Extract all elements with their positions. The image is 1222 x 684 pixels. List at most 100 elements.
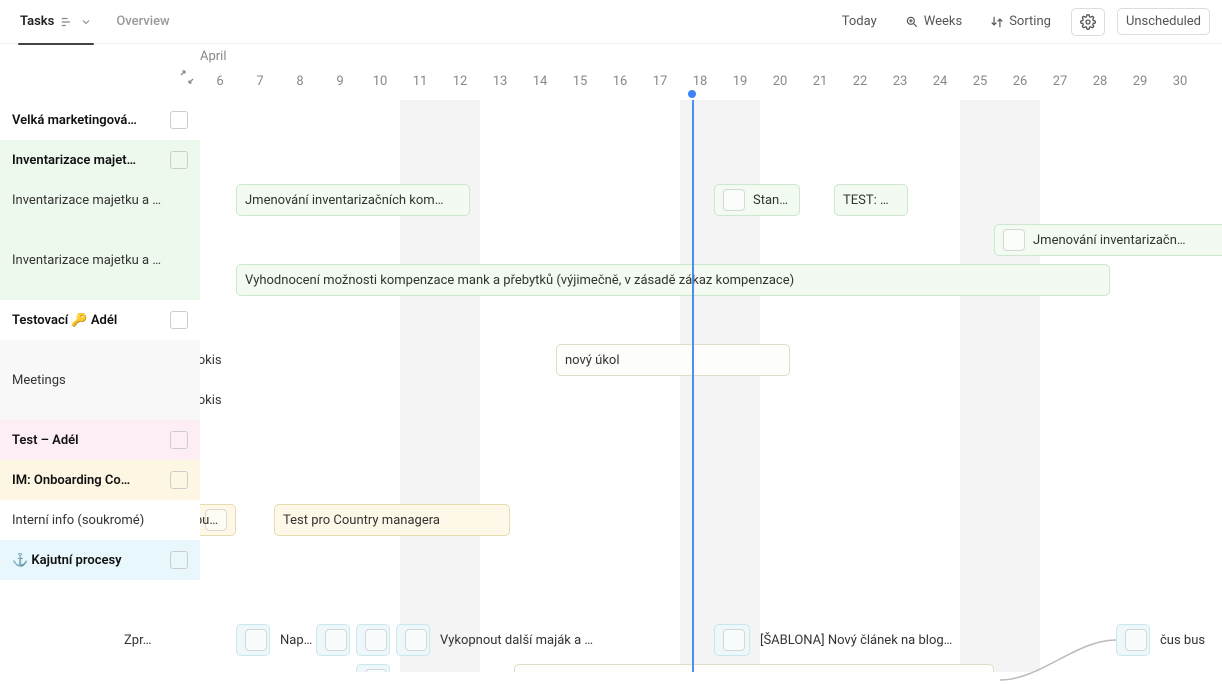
task-bar[interactable] bbox=[396, 624, 430, 656]
day-header: 25 bbox=[960, 74, 1000, 94]
sidebar-group[interactable]: Velká marketingová… bbox=[0, 100, 200, 140]
day-header: 6 bbox=[200, 74, 240, 94]
tab-overview[interactable]: Overview bbox=[108, 8, 177, 35]
day-header: 29 bbox=[1120, 74, 1160, 94]
task-bar[interactable]: Test pro Country managera bbox=[274, 504, 510, 536]
task-label: TEST: … bbox=[843, 193, 889, 208]
sidebar-label: Test – Adél bbox=[12, 433, 164, 448]
task-bar[interactable]: Vyhodnocení možnosti kompenzace mank a p… bbox=[236, 264, 1110, 296]
task-bar[interactable]: nový úkol bbox=[556, 344, 790, 376]
sidebar-label: Interní info (soukromé) bbox=[12, 513, 188, 528]
tab-tasks[interactable]: Tasks bbox=[12, 8, 100, 35]
task-label: nový úkol bbox=[565, 353, 620, 368]
month-label: April bbox=[200, 49, 227, 64]
today-line bbox=[692, 100, 694, 672]
day-header: 13 bbox=[480, 74, 520, 94]
day-header: 11 bbox=[400, 74, 440, 94]
day-header: 26 bbox=[1000, 74, 1040, 94]
sidebar-subitem[interactable]: Interní info (soukromé) bbox=[0, 500, 200, 540]
sidebar-label: Inventarizace majet… bbox=[12, 153, 164, 168]
unscheduled-button[interactable]: Unscheduled bbox=[1117, 8, 1210, 35]
day-header: 18 bbox=[680, 74, 720, 94]
sorting-button[interactable]: Sorting bbox=[982, 9, 1059, 34]
sidebar-subitem[interactable]: Inventarizace majetku a … bbox=[0, 220, 200, 300]
sidebar-label: Meetings bbox=[12, 373, 188, 388]
sidebar: Velká marketingová… Inventarizace majet… I… bbox=[0, 100, 200, 672]
settings-button[interactable] bbox=[1071, 8, 1105, 36]
sidebar-group[interactable]: Test – Adél bbox=[0, 420, 200, 460]
sidebar-subitem[interactable]: Inventarizace majetku a … bbox=[0, 180, 200, 220]
group-checkbox[interactable] bbox=[170, 311, 188, 329]
group-checkbox[interactable] bbox=[170, 431, 188, 449]
task-bar[interactable]: Najít v seznamu newsletterů předchozí e-… bbox=[514, 664, 994, 672]
task-label: Test pro Country managera bbox=[283, 513, 440, 528]
weeks-button[interactable]: Weeks bbox=[897, 9, 970, 34]
task-label: Jmenování inventarizačn… bbox=[1033, 233, 1186, 248]
task-bar[interactable] bbox=[316, 624, 350, 656]
sidebar-group[interactable]: ⚓ Kajutní procesy bbox=[0, 540, 200, 580]
sidebar-group[interactable]: Testovací 🔑 Adél bbox=[0, 300, 200, 340]
task-bar[interactable]: Jmenování inventarizačních kom… bbox=[236, 184, 470, 216]
task-checkbox[interactable] bbox=[325, 629, 347, 651]
today-marker-dot bbox=[688, 90, 696, 98]
task-checkbox[interactable] bbox=[1003, 229, 1025, 251]
day-header: 8 bbox=[280, 74, 320, 94]
task-overflow-label: Nap… bbox=[276, 624, 316, 656]
task-checkbox[interactable] bbox=[723, 629, 745, 651]
task-overflow-label: [ŠABLONA] Nový článek na blog… bbox=[756, 624, 956, 656]
task-bar[interactable] bbox=[356, 664, 390, 672]
task-label: Jmenování inventarizačních kom… bbox=[245, 193, 443, 208]
task-overflow-label: Vykopnout další maják a … bbox=[436, 624, 597, 656]
sidebar-label: Velká marketingová… bbox=[12, 113, 164, 128]
zoom-icon bbox=[905, 15, 919, 29]
today-button[interactable]: Today bbox=[834, 9, 885, 34]
collapse-sidebar-button[interactable] bbox=[176, 66, 198, 88]
sidebar-group[interactable]: Inventarizace majet… bbox=[0, 140, 200, 180]
task-bar[interactable] bbox=[1116, 624, 1150, 656]
day-header: 20 bbox=[760, 74, 800, 94]
day-header: 16 bbox=[600, 74, 640, 94]
day-header: 12 bbox=[440, 74, 480, 94]
task-bar[interactable] bbox=[236, 624, 270, 656]
task-checkbox[interactable] bbox=[723, 189, 745, 211]
day-header: 9 bbox=[320, 74, 360, 94]
task-checkbox[interactable] bbox=[245, 629, 267, 651]
day-header: 23 bbox=[880, 74, 920, 94]
tasks-layer: Jmenování inventarizačních kom… Stanovení… bbox=[200, 100, 1222, 672]
day-header: 24 bbox=[920, 74, 960, 94]
task-label: Stanovení… bbox=[753, 193, 791, 208]
group-checkbox[interactable] bbox=[170, 111, 188, 129]
task-bar[interactable] bbox=[714, 624, 750, 656]
day-header: 22 bbox=[840, 74, 880, 94]
task-bar[interactable]: Jmenování inventarizačn… bbox=[994, 224, 1222, 256]
sidebar-subitem[interactable]: Meetings bbox=[0, 340, 200, 420]
tab-tasks-label: Tasks bbox=[20, 14, 54, 29]
task-label: Vyhodnocení možnosti kompenzace mank a p… bbox=[245, 273, 794, 288]
day-header: 17 bbox=[640, 74, 680, 94]
task-checkbox[interactable] bbox=[1125, 629, 1147, 651]
gear-icon bbox=[1080, 14, 1096, 30]
sidebar-label: ⚓ Kajutní procesy bbox=[12, 553, 164, 568]
task-overflow-label: Přidat svoje tipy bbox=[396, 664, 496, 672]
task-bar[interactable]: Stanovení… bbox=[714, 184, 800, 216]
group-checkbox[interactable] bbox=[170, 151, 188, 169]
day-header: 28 bbox=[1080, 74, 1120, 94]
day-header: 27 bbox=[1040, 74, 1080, 94]
day-header: 14 bbox=[520, 74, 560, 94]
day-header: 7 bbox=[240, 74, 280, 94]
day-header: 15 bbox=[560, 74, 600, 94]
toolbar: Tasks Overview Today Weeks Sorting Unsch… bbox=[0, 0, 1222, 44]
task-bar[interactable]: TEST: … bbox=[834, 184, 908, 216]
sidebar-label: Inventarizace majetku a … bbox=[12, 253, 188, 268]
task-checkbox[interactable] bbox=[405, 629, 427, 651]
day-header: 21 bbox=[800, 74, 840, 94]
sidebar-label: Testovací 🔑 Adél bbox=[12, 313, 164, 328]
task-bar[interactable] bbox=[356, 624, 390, 656]
group-checkbox[interactable] bbox=[170, 471, 188, 489]
sort-icon bbox=[990, 15, 1004, 29]
task-checkbox[interactable] bbox=[365, 629, 387, 651]
day-header: 19 bbox=[720, 74, 760, 94]
sidebar-group[interactable]: IM: Onboarding Co… bbox=[0, 460, 200, 500]
group-checkbox[interactable] bbox=[170, 551, 188, 569]
day-header: 10 bbox=[360, 74, 400, 94]
